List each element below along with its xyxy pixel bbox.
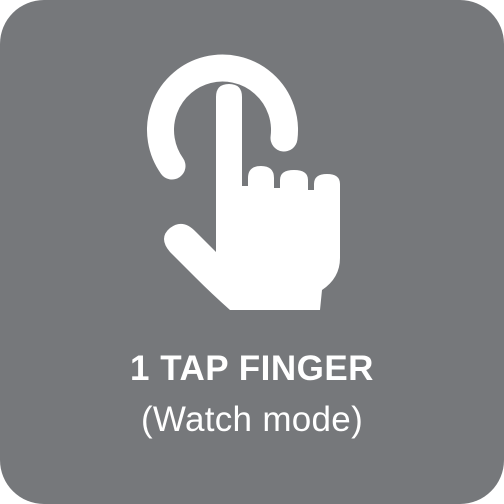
- gesture-title: 1 TAP FINGER: [130, 349, 374, 388]
- hand-shape: [164, 84, 340, 310]
- tap-hand-icon: [147, 54, 340, 310]
- gesture-mode-label: (Watch mode): [140, 400, 364, 439]
- gesture-tile: 1 TAP FINGER (Watch mode): [0, 0, 504, 504]
